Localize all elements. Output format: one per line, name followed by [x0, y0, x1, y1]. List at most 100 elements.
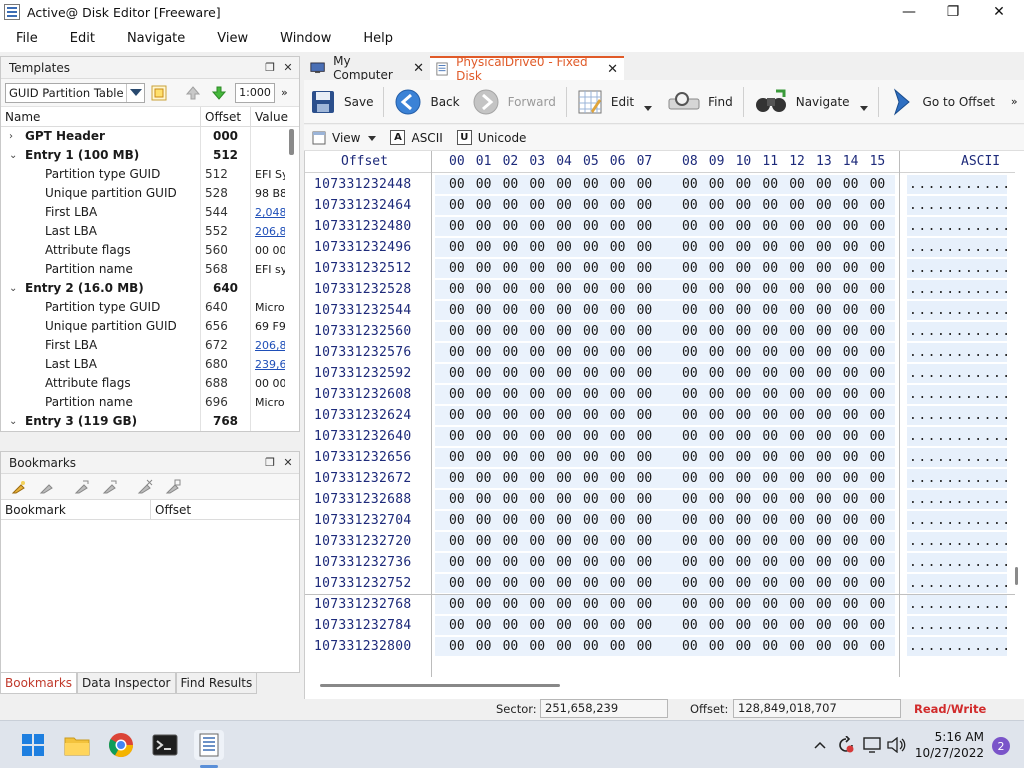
byte-cell[interactable]: 00: [762, 450, 778, 465]
byte-cell[interactable]: 00: [682, 387, 698, 402]
byte-cell[interactable]: 00: [762, 534, 778, 549]
byte-cell[interactable]: 00: [870, 261, 886, 276]
byte-cell[interactable]: 00: [503, 240, 519, 255]
byte-cell[interactable]: 00: [789, 177, 805, 192]
hex-row[interactable]: 107331232720 00 00 00 00 00 00 00 00 00 00 00 00 00 00…: [305, 532, 1015, 553]
byte-cell[interactable]: 00: [789, 261, 805, 276]
tree-field-row[interactable]: Last LBA 680 239,6: [1, 355, 299, 374]
byte-cell[interactable]: 00: [736, 555, 752, 570]
hex-row[interactable]: 107331232784 00 00 00 00 00 00 00 00 00 00 00 00 00 00…: [305, 616, 1015, 637]
byte-cell[interactable]: 00: [843, 261, 859, 276]
byte-cell[interactable]: 00: [637, 618, 653, 633]
byte-cell[interactable]: 00: [503, 555, 519, 570]
tree-field-row[interactable]: Attribute flags 560 00 00: [1, 241, 299, 260]
row-ascii[interactable]: ...........: [907, 427, 1007, 446]
byte-cell[interactable]: 00: [529, 639, 545, 654]
byte-cell[interactable]: 00: [789, 219, 805, 234]
byte-cell[interactable]: 00: [610, 345, 626, 360]
byte-cell[interactable]: 00: [610, 198, 626, 213]
byte-cell[interactable]: 00: [476, 597, 492, 612]
row-ascii[interactable]: ...........: [907, 532, 1007, 551]
byte-cell[interactable]: 00: [709, 597, 725, 612]
tree-field-row[interactable]: Partition name 568 EFI sy: [1, 260, 299, 279]
chevron-right-icon[interactable]: ›: [9, 127, 25, 146]
byte-cell[interactable]: 00: [870, 429, 886, 444]
byte-cell[interactable]: 00: [736, 513, 752, 528]
byte-cell[interactable]: 00: [762, 366, 778, 381]
hex-row[interactable]: 107331232544 00 00 00 00 00 00 00 00 00 00 00 00 00 00…: [305, 301, 1015, 322]
byte-cell[interactable]: 00: [682, 303, 698, 318]
byte-cell[interactable]: 00: [789, 492, 805, 507]
zoom-field[interactable]: 1:000: [235, 82, 275, 103]
chrome-icon[interactable]: [106, 730, 136, 760]
byte-cell[interactable]: 00: [637, 219, 653, 234]
byte-cell[interactable]: 00: [789, 345, 805, 360]
byte-cell[interactable]: 00: [789, 513, 805, 528]
byte-cell[interactable]: 00: [637, 282, 653, 297]
byte-cell[interactable]: 00: [476, 387, 492, 402]
byte-cell[interactable]: 00: [843, 366, 859, 381]
byte-cell[interactable]: 00: [503, 492, 519, 507]
byte-cell[interactable]: 00: [709, 618, 725, 633]
navigate-button[interactable]: Navigate: [748, 82, 874, 122]
hex-row[interactable]: 107331232496 00 00 00 00 00 00 00 00 00 00 00 00 00 00…: [305, 238, 1015, 259]
byte-cell[interactable]: 00: [637, 492, 653, 507]
byte-cell[interactable]: 00: [682, 597, 698, 612]
byte-cell[interactable]: 00: [736, 324, 752, 339]
byte-cell[interactable]: 00: [449, 555, 465, 570]
arrow-down-icon[interactable]: [209, 83, 229, 103]
notification-badge[interactable]: 2: [992, 737, 1010, 755]
byte-cell[interactable]: 00: [682, 429, 698, 444]
hex-view[interactable]: Offset ASCII 00 01 02 03 04 05 06 07 08 09 10 11 12 1…: [304, 151, 1024, 699]
chevron-down-icon[interactable]: ⌄: [9, 279, 25, 298]
tree-field-row[interactable]: First LBA 544 2,048: [1, 203, 299, 222]
byte-cell[interactable]: 00: [709, 219, 725, 234]
byte-cell[interactable]: 00: [682, 534, 698, 549]
byte-cell[interactable]: 00: [682, 471, 698, 486]
byte-cell[interactable]: 00: [736, 387, 752, 402]
byte-cell[interactable]: 00: [843, 324, 859, 339]
byte-cell[interactable]: 00: [476, 282, 492, 297]
byte-cell[interactable]: 00: [682, 555, 698, 570]
byte-cell[interactable]: 00: [709, 471, 725, 486]
byte-cell[interactable]: 00: [789, 471, 805, 486]
byte-cell[interactable]: 00: [682, 408, 698, 423]
byte-cell[interactable]: 00: [682, 282, 698, 297]
byte-cell[interactable]: 00: [610, 492, 626, 507]
row-ascii[interactable]: ...........: [907, 595, 1007, 614]
byte-cell[interactable]: 00: [736, 534, 752, 549]
byte-cell[interactable]: 00: [583, 618, 599, 633]
byte-cell[interactable]: 00: [529, 576, 545, 591]
byte-cell[interactable]: 00: [816, 429, 832, 444]
byte-cell[interactable]: 00: [556, 429, 572, 444]
byte-cell[interactable]: 00: [736, 450, 752, 465]
row-ascii[interactable]: ...........: [907, 637, 1007, 656]
edit-button[interactable]: Edit: [571, 82, 658, 122]
row-ascii[interactable]: ...........: [907, 553, 1007, 572]
byte-cell[interactable]: 00: [762, 492, 778, 507]
byte-cell[interactable]: 00: [637, 261, 653, 276]
float-panel-icon[interactable]: ❐: [263, 456, 277, 470]
byte-cell[interactable]: 00: [870, 492, 886, 507]
byte-cell[interactable]: 00: [762, 177, 778, 192]
byte-cell[interactable]: 00: [503, 618, 519, 633]
byte-cell[interactable]: 00: [476, 366, 492, 381]
byte-cell[interactable]: 00: [816, 408, 832, 423]
byte-cell[interactable]: 00: [503, 387, 519, 402]
byte-cell[interactable]: 00: [583, 303, 599, 318]
byte-cell[interactable]: 00: [556, 261, 572, 276]
byte-cell[interactable]: 00: [736, 597, 752, 612]
byte-cell[interactable]: 00: [816, 324, 832, 339]
byte-cell[interactable]: 00: [709, 387, 725, 402]
byte-cell[interactable]: 00: [637, 408, 653, 423]
byte-cell[interactable]: 00: [529, 555, 545, 570]
row-ascii[interactable]: ...........: [907, 301, 1007, 320]
byte-cell[interactable]: 00: [682, 513, 698, 528]
byte-cell[interactable]: 00: [709, 639, 725, 654]
byte-cell[interactable]: 00: [870, 303, 886, 318]
hex-row[interactable]: 107331232576 00 00 00 00 00 00 00 00 00 00 00 00 00 00…: [305, 343, 1015, 364]
byte-cell[interactable]: 00: [610, 303, 626, 318]
row-ascii[interactable]: ...........: [907, 406, 1007, 425]
row-ascii[interactable]: ...........: [907, 280, 1007, 299]
byte-cell[interactable]: 00: [556, 219, 572, 234]
